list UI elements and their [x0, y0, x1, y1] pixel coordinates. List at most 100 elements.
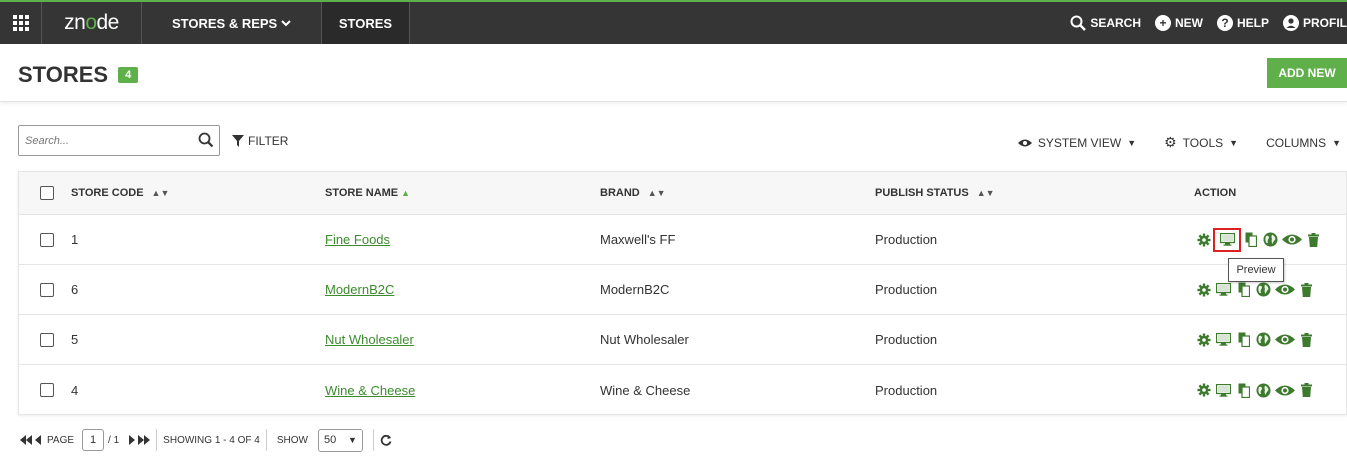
pagination: PAGE 1 / 1 SHOWING 1 - 4 OF 4 SHOW 50 ▼ [20, 428, 392, 452]
page-input[interactable]: 1 [82, 429, 105, 451]
settings-icon[interactable] [1195, 331, 1212, 348]
divider [372, 429, 374, 451]
trash-icon[interactable] [1298, 281, 1315, 298]
system-view-dropdown[interactable]: SYSTEM VIEW ▼ [1017, 134, 1137, 151]
copy-icon[interactable] [1235, 331, 1252, 348]
col-brand[interactable]: BRAND ▲▼ [600, 172, 666, 214]
nav-help[interactable]: ? HELP [1216, 15, 1269, 31]
brand: Nut Wholesaler [600, 332, 689, 347]
last-page-icon[interactable] [138, 435, 151, 445]
logo-text-start: zn [64, 11, 86, 34]
brand: Wine & Cheese [600, 382, 691, 398]
search-input[interactable] [19, 126, 189, 155]
col-header-label: ACTION [1194, 187, 1237, 199]
nav-search[interactable]: SEARCH [1070, 15, 1141, 31]
add-new-button[interactable]: ADD NEW [1267, 58, 1347, 88]
nav-profile[interactable]: PROFIL [1283, 15, 1347, 31]
store-name-link[interactable]: ModernB2C [325, 282, 394, 297]
row-checkbox[interactable] [40, 232, 54, 247]
menu-stores[interactable]: STORES [321, 2, 411, 44]
view-icon[interactable] [1275, 382, 1295, 399]
chevron-down-icon [281, 19, 291, 26]
filter-icon [232, 135, 244, 147]
top-navbar: zn o de STORES & REPS STORES SEARCH + NEW … [0, 0, 1347, 44]
stores-table: STORE CODE ▲▼ STORE NAME ▲ BRAND ▲▼ PUBLISH… [18, 171, 1347, 415]
trash-icon[interactable] [1305, 231, 1322, 248]
row-actions [1195, 382, 1315, 399]
view-icon[interactable] [1275, 281, 1295, 298]
view-icon[interactable] [1282, 231, 1302, 248]
help-icon: ? [1216, 15, 1233, 31]
page-size-select[interactable]: 50 ▼ [317, 428, 363, 452]
row-actions [1195, 331, 1315, 348]
row-actions [1195, 227, 1322, 252]
copy-icon[interactable] [1242, 231, 1259, 248]
col-store-code[interactable]: STORE CODE ▲▼ [71, 172, 169, 214]
divider [265, 429, 267, 451]
user-icon [1283, 15, 1299, 31]
store-code: 1 [71, 232, 79, 247]
settings-icon[interactable] [1195, 382, 1212, 399]
search-icon[interactable] [198, 132, 214, 148]
col-store-name[interactable]: STORE NAME ▲ [325, 172, 410, 214]
store-name-link[interactable]: Fine Foods [325, 232, 390, 247]
refresh-icon[interactable] [380, 434, 392, 446]
globe-icon[interactable] [1255, 382, 1272, 399]
nav-new[interactable]: + NEW [1154, 15, 1203, 31]
first-page-icon[interactable] [20, 435, 32, 445]
logo-text-o: o [85, 11, 97, 34]
table-row: 4 Wine & Cheese Wine & Cheese Production [19, 365, 1346, 415]
prev-page-icon[interactable] [35, 435, 41, 445]
sort-asc-icon: ▲ [401, 188, 411, 198]
row-checkbox[interactable] [40, 383, 54, 397]
monitor-icon[interactable] [1215, 281, 1232, 298]
col-action: ACTION [1194, 172, 1236, 214]
store-name-link[interactable]: Nut Wholesaler [325, 332, 414, 347]
tools-dropdown[interactable]: ⚙ TOOLS ▼ [1164, 134, 1238, 151]
table-header: STORE CODE ▲▼ STORE NAME ▲ BRAND ▲▼ PUBLISH… [19, 172, 1346, 215]
apps-grid-icon[interactable] [0, 2, 42, 44]
next-page-icon[interactable] [129, 435, 136, 445]
eye-icon [1017, 139, 1032, 146]
row-checkbox[interactable] [40, 332, 54, 347]
znode-logo[interactable]: zn o de [42, 2, 142, 44]
nav-help-label: HELP [1236, 16, 1269, 30]
select-all-checkbox[interactable] [40, 186, 54, 200]
nav-search-label: SEARCH [1090, 16, 1141, 30]
columns-label: COLUMNS [1266, 135, 1327, 150]
top-right-menu: SEARCH + NEW ? HELP PROFIL [1070, 2, 1347, 44]
sort-icon: ▲▼ [151, 188, 170, 198]
search-box [18, 125, 220, 156]
filter-button[interactable]: FILTER [232, 134, 288, 148]
store-code: 4 [71, 382, 79, 398]
menu-stores-label: STORES [338, 15, 393, 31]
monitor-icon[interactable] [1213, 227, 1241, 252]
count-badge: 4 [118, 67, 139, 83]
columns-dropdown[interactable]: COLUMNS ▼ [1266, 134, 1341, 151]
settings-icon[interactable] [1195, 231, 1212, 248]
filter-label: FILTER [248, 134, 289, 148]
view-icon[interactable] [1275, 331, 1295, 348]
monitor-icon[interactable] [1215, 331, 1232, 348]
settings-icon[interactable] [1195, 281, 1212, 298]
store-code: 5 [71, 332, 79, 347]
publish-status: Production [875, 232, 938, 247]
menu-stores-reps-label: STORES & REPS [172, 15, 278, 31]
copy-icon[interactable] [1235, 281, 1252, 298]
trash-icon[interactable] [1298, 382, 1315, 399]
menu-stores-reps[interactable]: STORES & REPS [142, 2, 322, 44]
monitor-icon[interactable] [1215, 382, 1232, 399]
col-publish-status[interactable]: PUBLISH STATUS ▲▼ [875, 172, 995, 214]
trash-icon[interactable] [1298, 331, 1315, 348]
store-name-link[interactable]: Wine & Cheese [325, 383, 415, 398]
divider [156, 429, 158, 451]
caret-down-icon: ▼ [1127, 137, 1137, 148]
globe-icon[interactable] [1262, 231, 1279, 248]
globe-icon[interactable] [1255, 331, 1272, 348]
row-checkbox[interactable] [40, 282, 54, 297]
copy-icon[interactable] [1235, 382, 1252, 399]
sort-icon: ▲▼ [647, 188, 666, 198]
logo-text-end: de [96, 11, 120, 34]
caret-down-icon: ▼ [1229, 137, 1239, 148]
globe-icon[interactable] [1255, 281, 1272, 298]
